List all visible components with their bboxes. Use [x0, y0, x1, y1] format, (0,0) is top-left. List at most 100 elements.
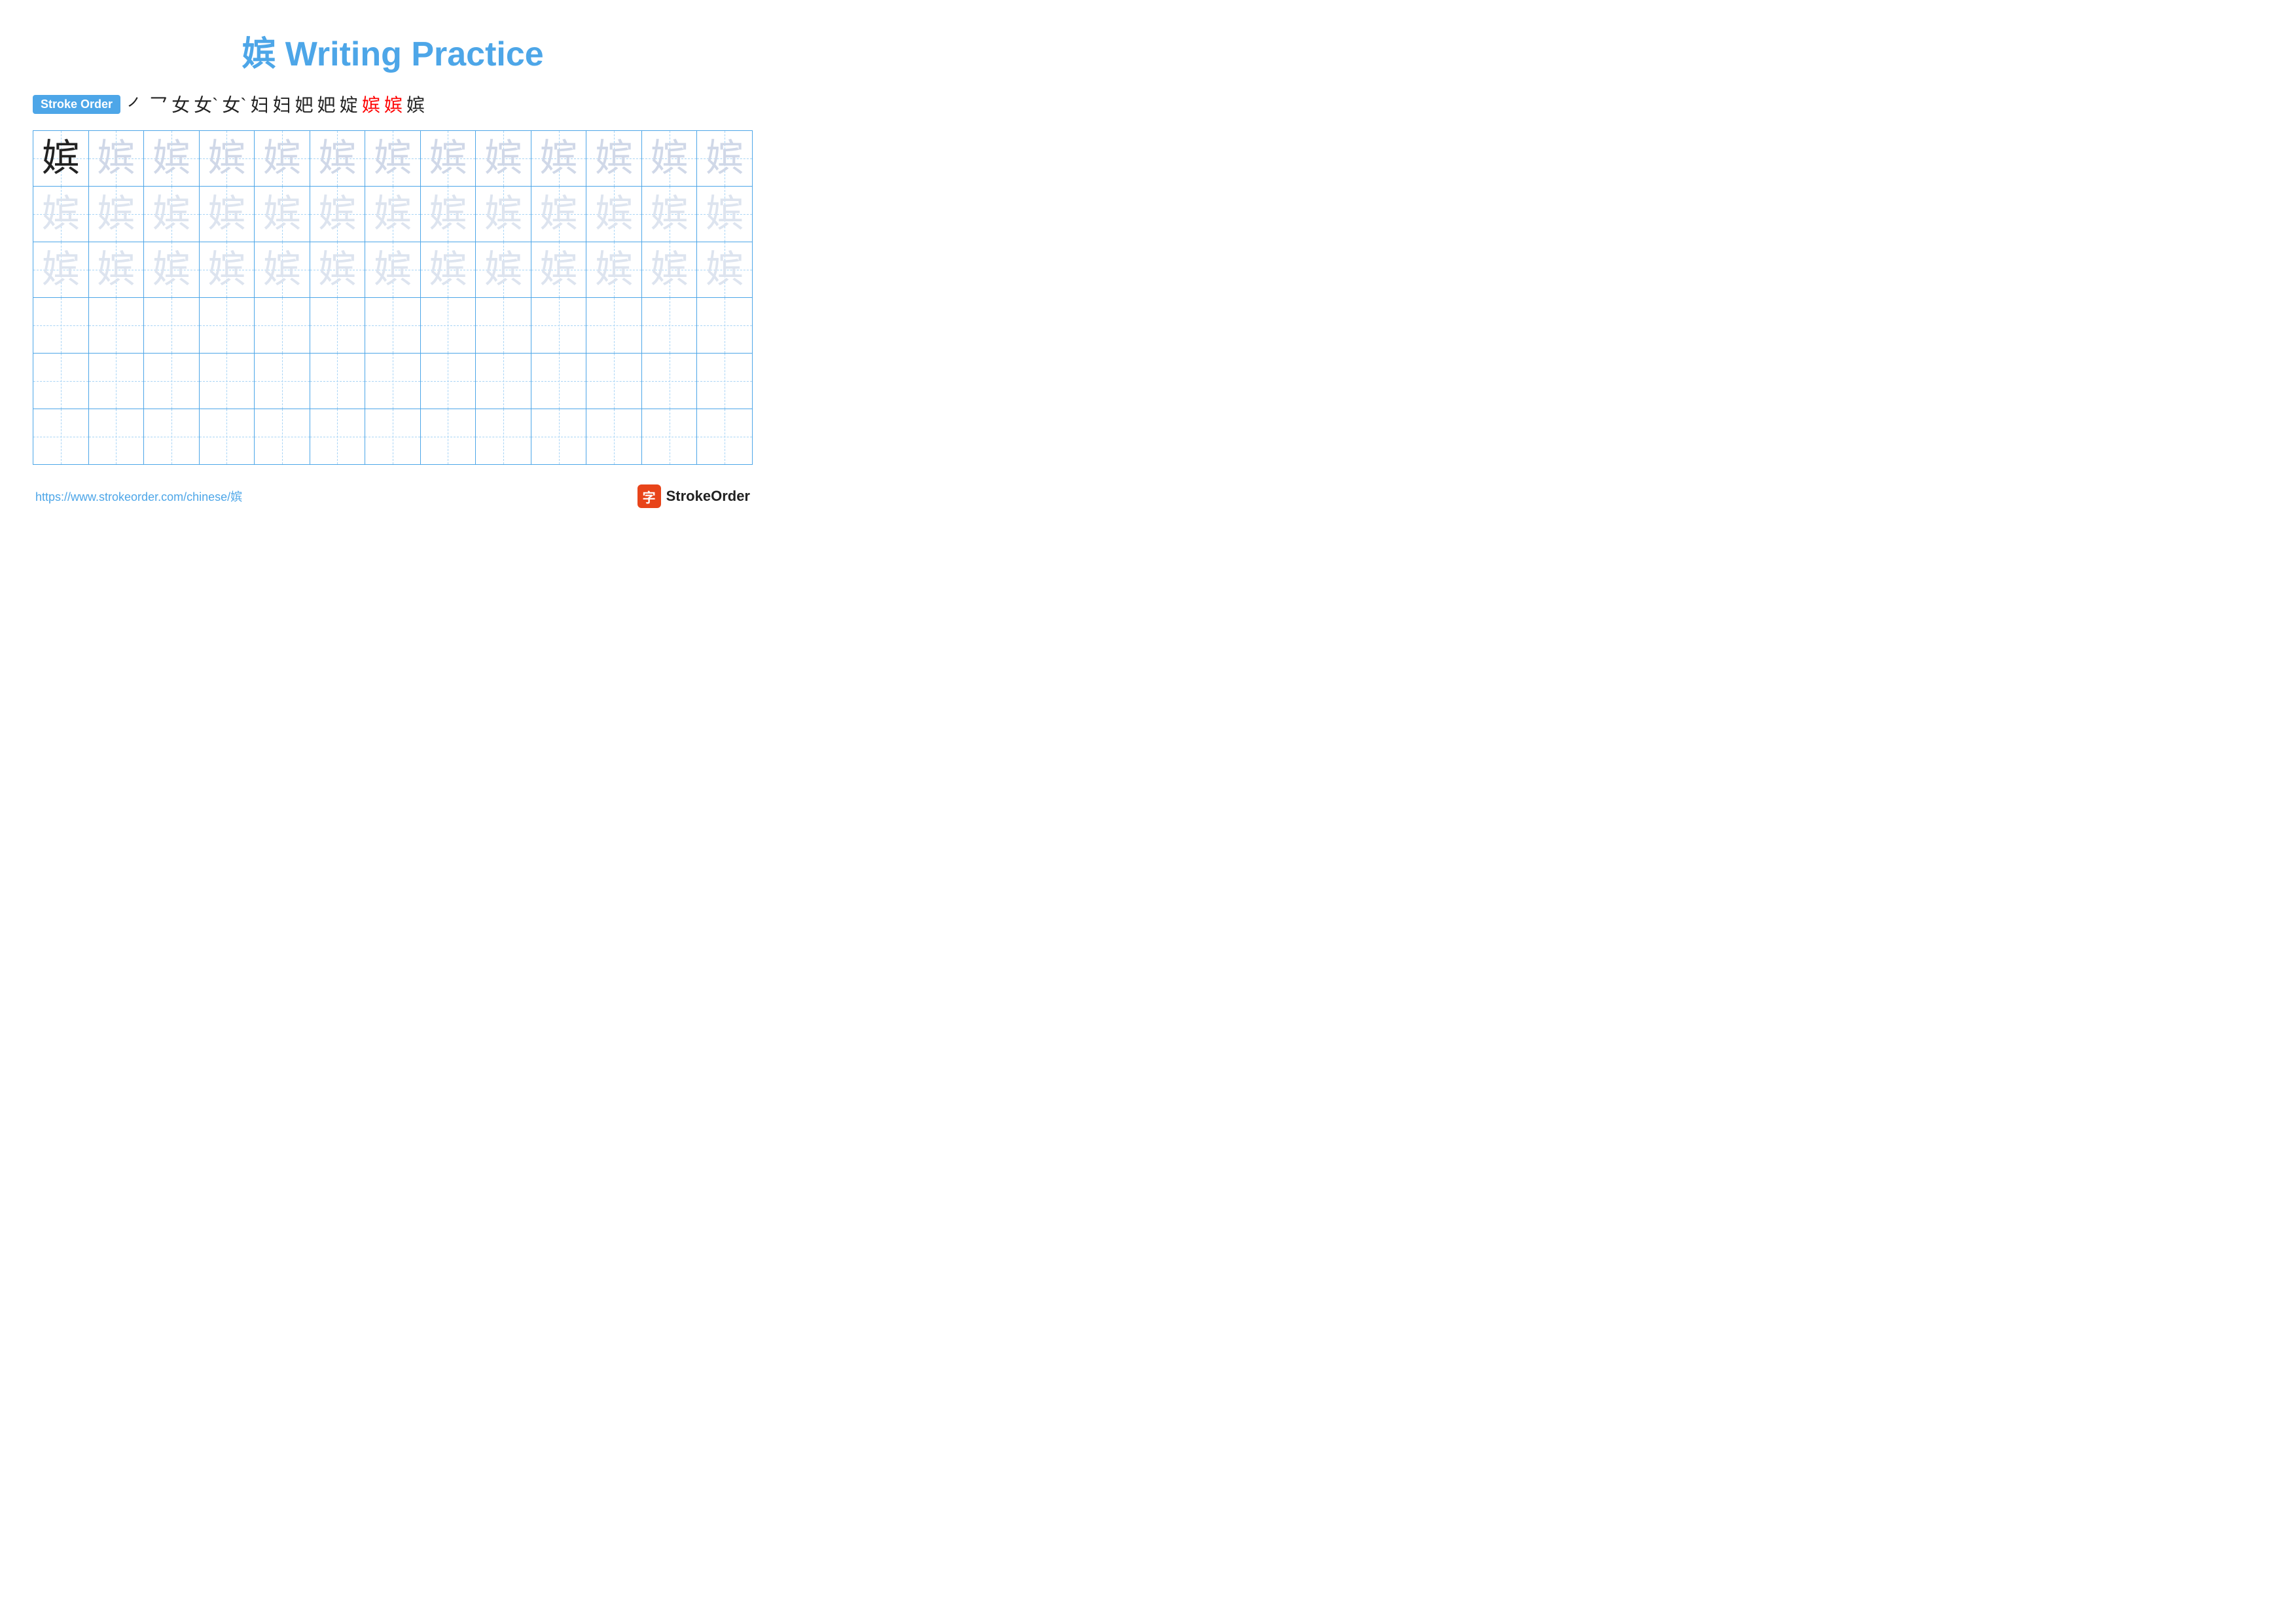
stroke-order-badge: Stroke Order — [33, 95, 120, 114]
grid-cell: 嫔 — [33, 131, 89, 187]
grid-cell[interactable] — [420, 354, 476, 409]
grid-cell: 嫔 — [420, 131, 476, 187]
grid-cell: 嫔 — [310, 242, 365, 298]
grid-cell: 嫔 — [697, 242, 753, 298]
grid-cell: 嫔 — [531, 242, 586, 298]
grid-cell[interactable] — [255, 354, 310, 409]
grid-cell[interactable] — [365, 298, 421, 354]
grid-cell: 嫔 — [586, 242, 642, 298]
table-row — [33, 354, 753, 409]
grid-cell: 嫔 — [88, 187, 144, 242]
grid-cell[interactable] — [310, 409, 365, 465]
grid-cell[interactable] — [641, 354, 697, 409]
grid-cell: 嫔 — [697, 131, 753, 187]
grid-cell[interactable] — [255, 409, 310, 465]
grid-cell: 嫔 — [255, 131, 310, 187]
grid-cell[interactable] — [33, 298, 89, 354]
grid-cell: 嫔 — [641, 187, 697, 242]
stroke-11: 嫔 — [362, 91, 380, 117]
grid-cell[interactable] — [310, 354, 365, 409]
grid-cell[interactable] — [476, 409, 531, 465]
grid-cell[interactable] — [33, 409, 89, 465]
grid-cell: 嫔 — [144, 242, 200, 298]
grid-cell[interactable] — [144, 298, 200, 354]
grid-cell[interactable] — [476, 354, 531, 409]
grid-cell: 嫔 — [199, 242, 255, 298]
grid-cell[interactable] — [531, 409, 586, 465]
grid-cell[interactable] — [697, 409, 753, 465]
grid-cell[interactable] — [420, 409, 476, 465]
grid-cell: 嫔 — [33, 187, 89, 242]
grid-cell[interactable] — [641, 298, 697, 354]
practice-grid: 嫔 嫔 嫔 嫔 嫔 嫔 嫔 嫔 嫔 嫔 嫔 嫔 嫔 嫔 嫔 嫔 嫔 嫔 嫔 嫔 … — [33, 130, 753, 465]
stroke-5: 女` — [222, 91, 246, 117]
grid-cell: 嫔 — [255, 242, 310, 298]
table-row: 嫔 嫔 嫔 嫔 嫔 嫔 嫔 嫔 嫔 嫔 嫔 嫔 嫔 — [33, 242, 753, 298]
grid-cell: 嫔 — [199, 187, 255, 242]
grid-cell: 嫔 — [697, 187, 753, 242]
stroke-9: 妑 — [317, 91, 336, 117]
grid-cell: 嫔 — [310, 131, 365, 187]
grid-cell: 嫔 — [255, 187, 310, 242]
grid-cell: 嫔 — [144, 187, 200, 242]
table-row: 嫔 嫔 嫔 嫔 嫔 嫔 嫔 嫔 嫔 嫔 嫔 嫔 嫔 — [33, 187, 753, 242]
stroke-12: 嫔 — [384, 91, 403, 117]
grid-cell[interactable] — [144, 354, 200, 409]
stroke-6: 妇 — [251, 91, 269, 117]
grid-cell: 嫔 — [641, 242, 697, 298]
stroke-7: 妇 — [273, 91, 291, 117]
grid-cell[interactable] — [365, 409, 421, 465]
stroke-13: 嫔 — [406, 91, 425, 117]
grid-cell[interactable] — [531, 354, 586, 409]
grid-cell: 嫔 — [365, 187, 421, 242]
stroke-order-row: Stroke Order ㇒ 乛 女 女` 女` 妇 妇 妑 妑 婝 嫔 嫔 嫔 — [33, 91, 753, 117]
grid-cell[interactable] — [33, 354, 89, 409]
stroke-10: 婝 — [340, 91, 358, 117]
grid-cell: 嫔 — [144, 131, 200, 187]
grid-cell[interactable] — [586, 409, 642, 465]
grid-cell[interactable] — [641, 409, 697, 465]
grid-cell[interactable] — [420, 298, 476, 354]
grid-cell[interactable] — [88, 409, 144, 465]
footer-url[interactable]: https://www.strokeorder.com/chinese/嫔 — [35, 488, 242, 505]
grid-cell: 嫔 — [33, 242, 89, 298]
grid-cell[interactable] — [199, 354, 255, 409]
grid-cell[interactable] — [586, 298, 642, 354]
footer-brand: 字 StrokeOrder — [637, 484, 750, 508]
grid-cell: 嫔 — [88, 131, 144, 187]
grid-cell: 嫔 — [641, 131, 697, 187]
grid-cell: 嫔 — [531, 131, 586, 187]
stroke-4: 女` — [194, 91, 218, 117]
grid-cell[interactable] — [697, 298, 753, 354]
grid-cell: 嫔 — [365, 131, 421, 187]
grid-cell: 嫔 — [476, 131, 531, 187]
grid-cell: 嫔 — [586, 187, 642, 242]
grid-cell: 嫔 — [476, 242, 531, 298]
grid-cell[interactable] — [255, 298, 310, 354]
grid-cell[interactable] — [531, 298, 586, 354]
grid-cell[interactable] — [310, 298, 365, 354]
grid-cell[interactable] — [199, 298, 255, 354]
table-row — [33, 409, 753, 465]
table-row: 嫔 嫔 嫔 嫔 嫔 嫔 嫔 嫔 嫔 嫔 嫔 嫔 嫔 — [33, 131, 753, 187]
grid-cell[interactable] — [88, 354, 144, 409]
footer: https://www.strokeorder.com/chinese/嫔 字 … — [33, 484, 753, 508]
grid-cell: 嫔 — [365, 242, 421, 298]
grid-cell[interactable] — [88, 298, 144, 354]
grid-cell: 嫔 — [420, 242, 476, 298]
grid-cell[interactable] — [199, 409, 255, 465]
grid-cell[interactable] — [144, 409, 200, 465]
grid-cell: 嫔 — [199, 131, 255, 187]
table-row — [33, 298, 753, 354]
brand-icon: 字 — [637, 484, 661, 508]
brand-name: StrokeOrder — [666, 488, 750, 505]
grid-cell: 嫔 — [531, 187, 586, 242]
grid-cell[interactable] — [586, 354, 642, 409]
grid-cell[interactable] — [476, 298, 531, 354]
stroke-2: 乛 — [149, 91, 168, 117]
grid-cell[interactable] — [365, 354, 421, 409]
stroke-1: ㇒ — [127, 91, 145, 117]
grid-cell: 嫔 — [88, 242, 144, 298]
grid-cell[interactable] — [697, 354, 753, 409]
stroke-8: 妑 — [295, 91, 314, 117]
